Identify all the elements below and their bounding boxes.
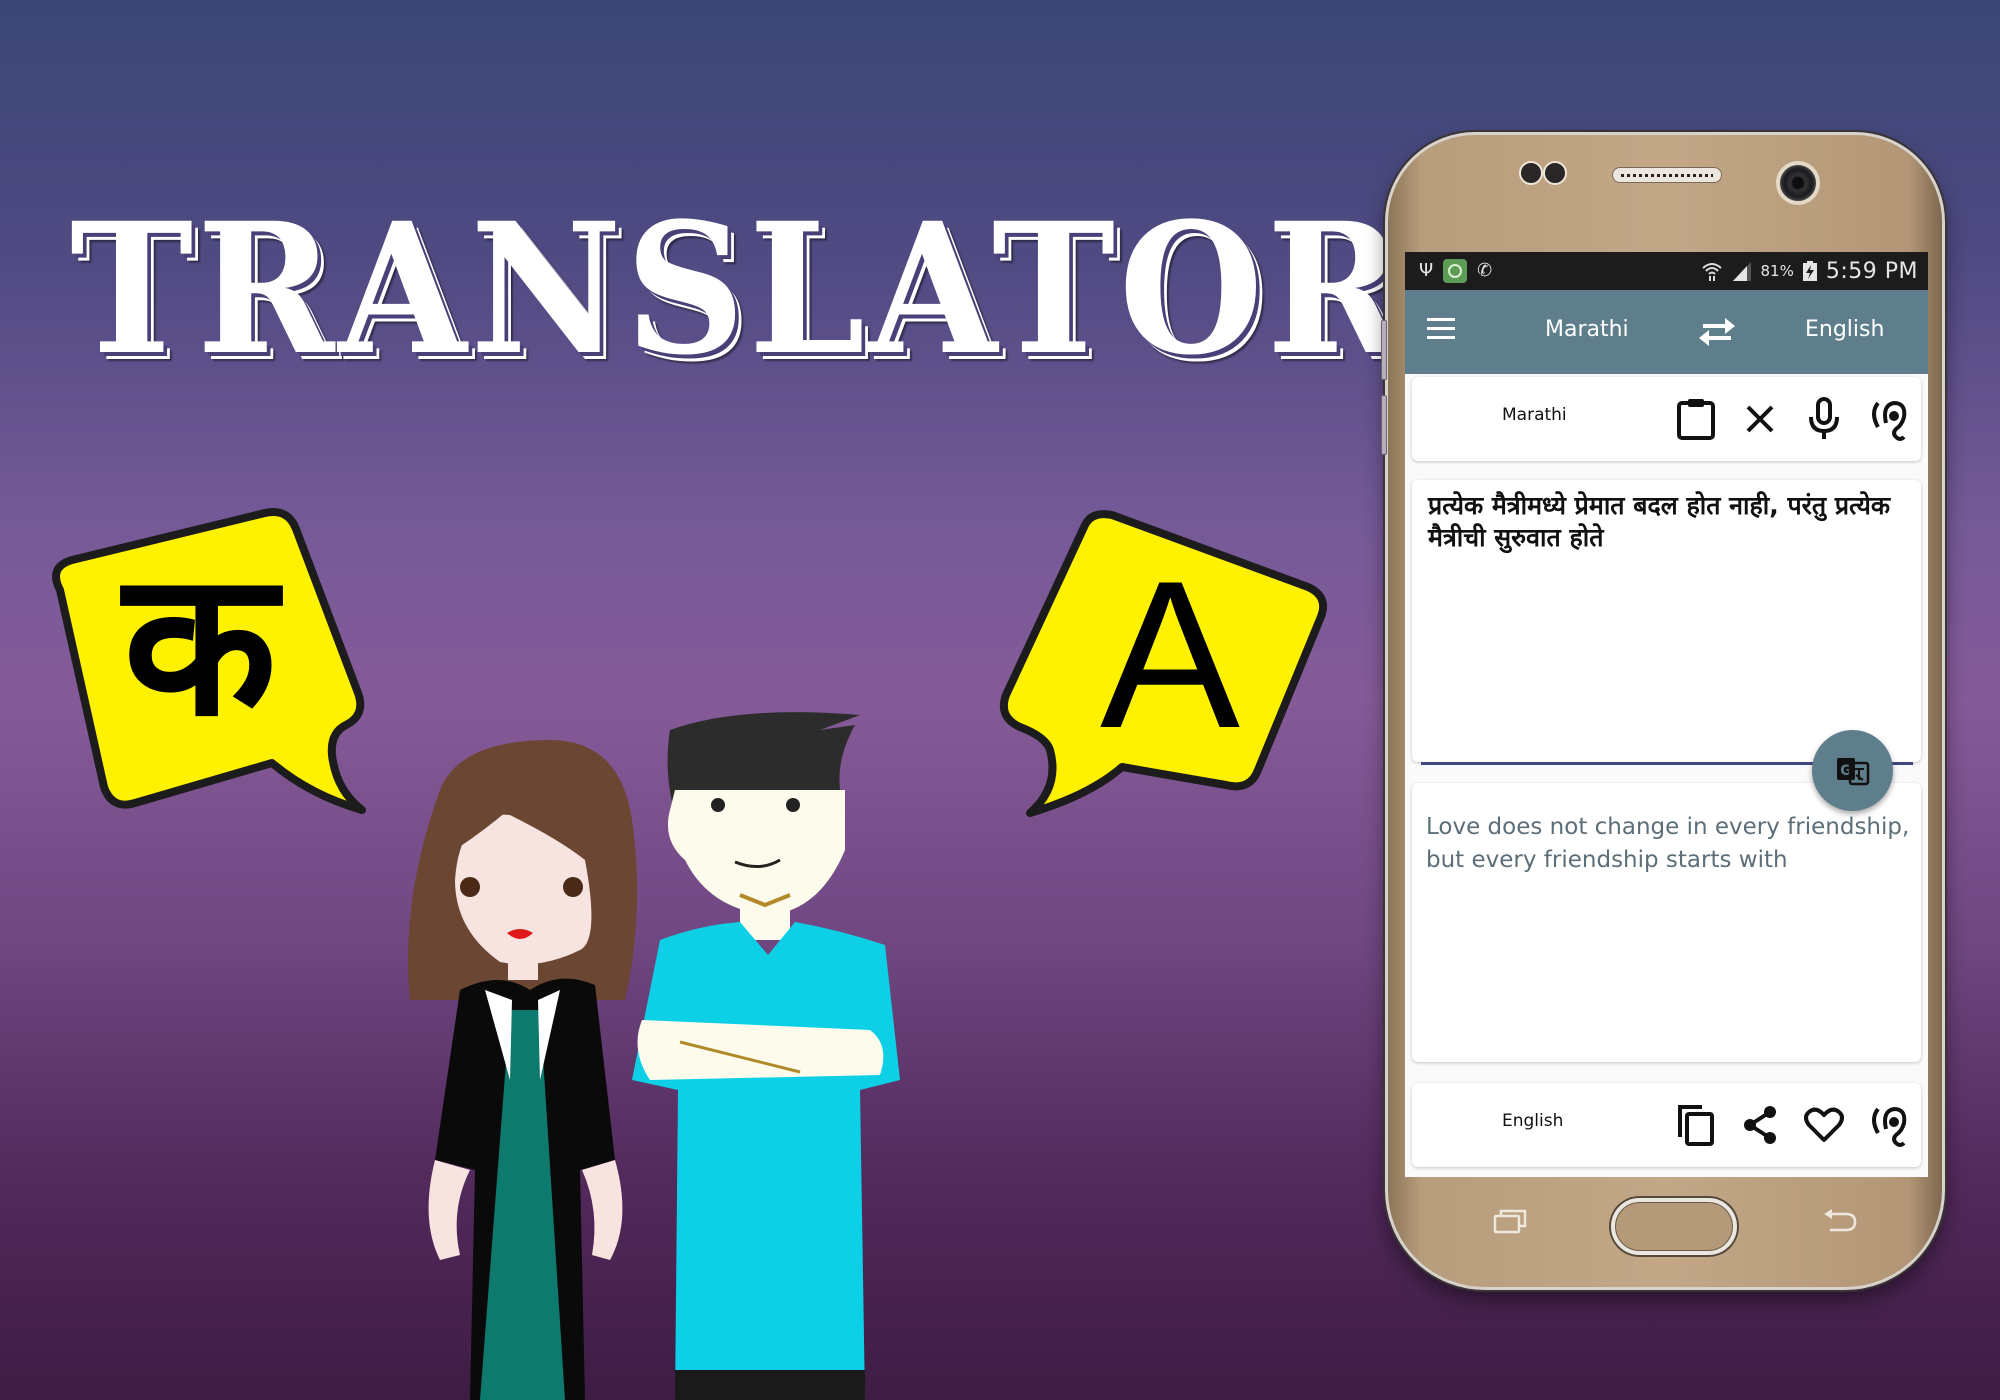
share-icon (1744, 1106, 1776, 1144)
ear-listen-icon (1872, 400, 1907, 441)
speak-target-button[interactable] (1865, 1102, 1911, 1148)
heart-icon (1804, 1107, 1844, 1142)
proximity-sensor (1519, 161, 1543, 185)
status-bar: Ψ ✆ 81% 5:59 PM (1405, 252, 1928, 290)
battery-charging-icon (1802, 261, 1817, 281)
phone-screen: Ψ ✆ 81% 5:59 PM Marathi English Marathi … (1405, 252, 1928, 1177)
woman-figure (408, 740, 638, 1400)
woman-eye-left (460, 877, 480, 897)
source-language-selector[interactable]: Marathi (1545, 312, 1629, 348)
man-figure (632, 712, 900, 1400)
earpiece-speaker (1612, 167, 1722, 183)
swap-arrows-icon[interactable] (1695, 314, 1739, 348)
share-button[interactable] (1737, 1102, 1783, 1148)
copy-icon (1678, 1105, 1714, 1146)
source-language-label: Marathi (1502, 405, 1567, 425)
clipboard-icon (1677, 399, 1715, 440)
target-language-selector[interactable]: English (1805, 312, 1884, 348)
source-text-card: प्रत्येक मैत्रीमध्ये प्रेमात बदल होत नाह… (1412, 480, 1921, 765)
back-icon[interactable] (1822, 1208, 1858, 1234)
signal-icon (1732, 262, 1751, 281)
app-toolbar: Marathi English (1405, 290, 1928, 374)
close-icon (1746, 405, 1774, 433)
volume-down-button (1381, 395, 1387, 455)
man-eye-left (711, 798, 725, 812)
bubble-glyph-a: A (1099, 537, 1241, 772)
home-button[interactable] (1611, 1198, 1737, 1255)
source-language-card: Marathi (1412, 377, 1921, 461)
target-language-label: English (1502, 1111, 1564, 1131)
app-notification-icon (1443, 259, 1468, 283)
microphone-icon (1809, 397, 1839, 439)
ear-listen-icon (1872, 1106, 1907, 1147)
banner-title: TRANSLATOR (70, 184, 1409, 395)
translate-button[interactable]: G (1812, 730, 1893, 811)
recent-apps-icon[interactable] (1493, 1208, 1527, 1234)
wifi-icon (1701, 263, 1722, 281)
paste-button[interactable] (1673, 396, 1719, 442)
voice-input-button[interactable] (1801, 396, 1847, 442)
speech-bubble-marathi: क (40, 505, 380, 820)
missed-call-icon: ✆ (1477, 260, 1493, 281)
status-time: 5:59 PM (1825, 258, 1918, 284)
man-tshirt (632, 922, 900, 1400)
hamburger-menu-icon[interactable] (1427, 318, 1455, 340)
favorite-button[interactable] (1801, 1102, 1847, 1148)
copy-button[interactable] (1673, 1102, 1719, 1148)
characters-illustration (408, 712, 900, 1400)
target-language-card: English (1412, 1083, 1921, 1167)
clear-button[interactable] (1737, 396, 1783, 442)
volume-up-button (1381, 320, 1387, 380)
usb-icon: Ψ (1419, 260, 1434, 281)
speak-source-button[interactable] (1865, 396, 1911, 442)
source-text-input[interactable]: प्रत्येक मैत्रीमध्ये प्रेमात बदल होत नाह… (1428, 490, 1908, 554)
translation-output-card: Love does not change in every friendship… (1412, 783, 1921, 1062)
translated-text: Love does not change in every friendship… (1426, 814, 1910, 873)
light-sensor (1543, 161, 1567, 185)
bubble-glyph-ka: क (123, 528, 277, 761)
speech-bubble-english: A (990, 505, 1335, 820)
man-eye-right (786, 798, 800, 812)
battery-percent: 81% (1760, 262, 1794, 280)
man-crossed-arms (637, 1020, 884, 1080)
woman-eye-right (563, 877, 583, 897)
front-camera (1776, 161, 1820, 205)
google-translate-icon: G (1836, 757, 1869, 785)
